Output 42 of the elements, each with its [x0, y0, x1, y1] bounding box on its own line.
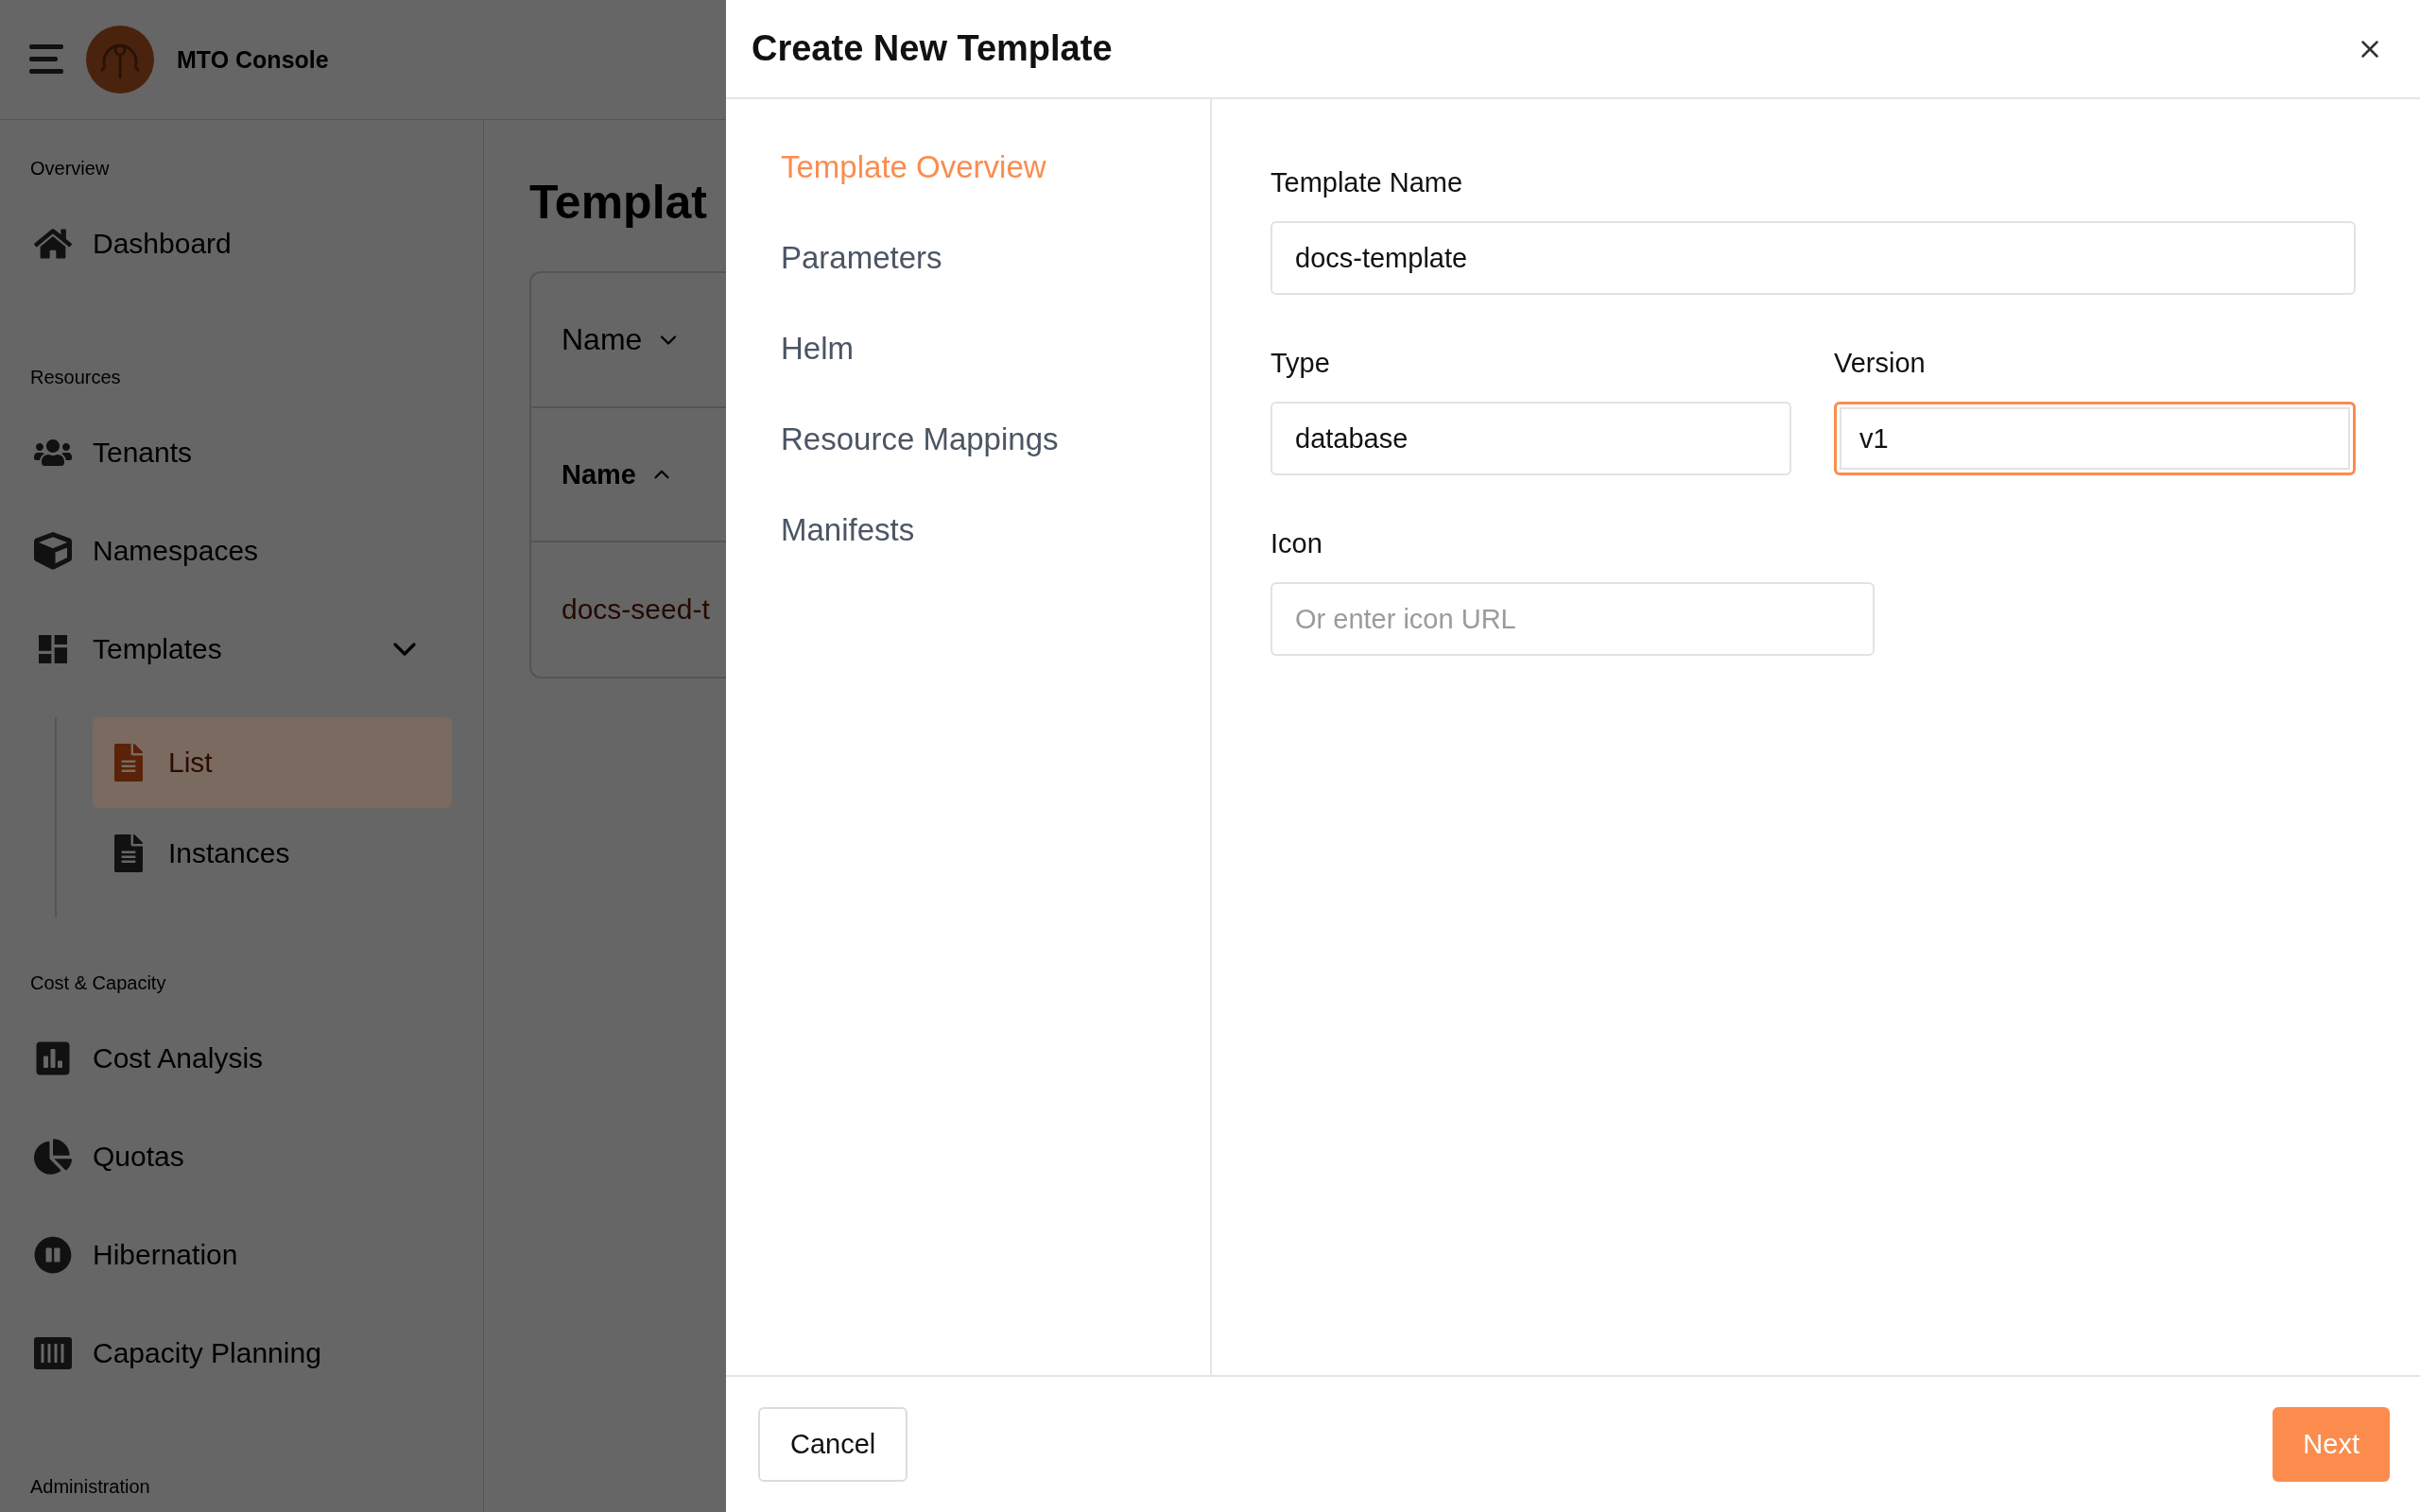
step-link[interactable]: Manifests: [781, 511, 915, 549]
sidebar-item[interactable]: Tenants: [30, 404, 446, 502]
logo-icon: [86, 26, 154, 94]
sidebar-item[interactable]: Namespaces: [30, 502, 446, 600]
sidebar-item[interactable]: Capacity Planning: [30, 1304, 446, 1402]
field-label: Type: [1270, 348, 1331, 379]
sidebar-item[interactable]: Templates: [30, 600, 446, 698]
app-title: MTO Console: [177, 45, 329, 74]
sidebar-item[interactable]: Instances: [93, 808, 452, 899]
input-field[interactable]: Or enter icon URL: [1270, 582, 1875, 656]
column-header[interactable]: Name: [562, 458, 636, 490]
field-label: Template Name: [1270, 167, 1464, 198]
cube-icon: [34, 532, 72, 570]
sidebar-item[interactable]: Hibernation: [30, 1206, 446, 1304]
sidebar-item[interactable]: Quotas: [30, 1108, 446, 1206]
section-label: Overview: [30, 158, 110, 180]
cancel-button[interactable]: Cancel: [758, 1407, 908, 1482]
section-label: Administration: [30, 1476, 150, 1498]
sidebar-item[interactable]: Cost Analysis: [30, 1009, 446, 1108]
columns-icon: [34, 1337, 72, 1369]
bar-chart-icon: [34, 1040, 72, 1077]
input-field[interactable]: v1: [1834, 402, 2356, 475]
input-field[interactable]: docs-template: [1270, 221, 2356, 295]
step-link[interactable]: Resource Mappings: [781, 421, 1059, 458]
dialog-title: Create New Template: [752, 28, 1113, 69]
pie-chart-icon: [34, 1138, 72, 1176]
menu-icon[interactable]: [29, 44, 63, 75]
sidebar-item[interactable]: List: [93, 717, 452, 808]
pause-icon: [34, 1236, 72, 1274]
field-label: Icon: [1270, 528, 1323, 559]
page-title: Templat: [529, 175, 708, 230]
next-button[interactable]: Next: [2273, 1407, 2390, 1482]
step-link[interactable]: Helm: [781, 330, 854, 368]
field-label: Version: [1834, 348, 1927, 379]
section-label: Resources: [30, 367, 121, 388]
section-label: Cost & Capacity: [30, 972, 166, 994]
step-link[interactable]: Parameters: [781, 239, 942, 277]
template-link[interactable]: docs-seed-t: [562, 593, 710, 626]
filter-label[interactable]: Name: [562, 322, 643, 357]
input-field[interactable]: database: [1270, 402, 1791, 475]
step-link[interactable]: Template Overview: [781, 148, 1046, 186]
sidebar-item[interactable]: Dashboard: [30, 195, 446, 293]
